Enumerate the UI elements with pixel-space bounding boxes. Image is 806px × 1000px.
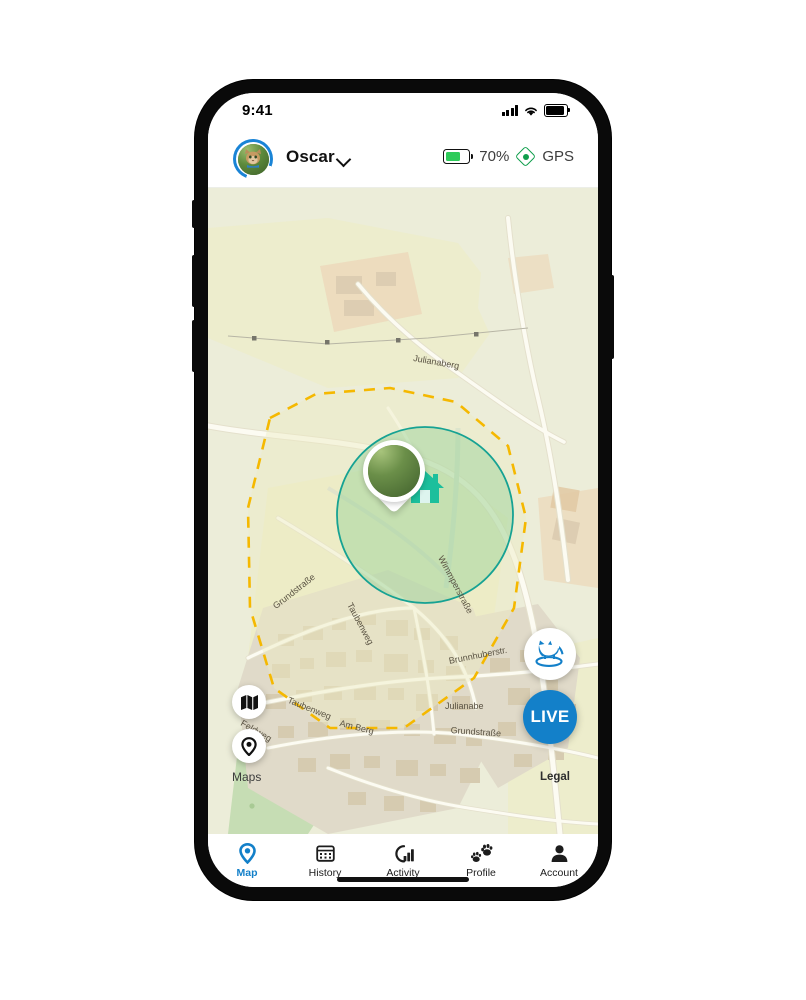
tab-label: Map	[236, 867, 258, 879]
calendar-icon	[315, 843, 335, 864]
status-bar-indicators	[501, 104, 570, 117]
wifi-icon	[525, 107, 537, 116]
app-header: Oscar 70% GPS	[208, 131, 598, 188]
bottom-tab-bar: Map History Activity Profile Account	[208, 834, 598, 887]
status-bar: 9:41	[208, 93, 598, 131]
cellular-signal-icon	[501, 105, 518, 116]
gps-target-icon	[515, 145, 537, 168]
silent-switch[interactable]	[192, 200, 196, 228]
cat-radar-button[interactable]	[524, 628, 576, 680]
phone-screen: 9:41 Oscar 70% GPS Julianaberg Wimmperst…	[208, 93, 598, 887]
marker-pet-photo	[368, 445, 420, 497]
status-bar-time: 9:41	[242, 102, 273, 119]
gps-label: GPS	[542, 148, 574, 165]
power-button[interactable]	[610, 275, 614, 359]
activity-chart-icon	[393, 843, 414, 864]
tab-account[interactable]: Account	[520, 834, 598, 887]
live-button-label: LIVE	[530, 707, 570, 726]
tab-map[interactable]: Map	[208, 834, 286, 887]
volume-down-button[interactable]	[192, 320, 196, 372]
battery-full-icon	[544, 104, 570, 117]
locate-button[interactable]	[232, 729, 266, 763]
pet-avatar[interactable]	[233, 139, 273, 179]
pet-location-marker[interactable]	[363, 440, 425, 514]
page-title: Oscar	[286, 147, 335, 166]
chevron-down-icon[interactable]	[335, 151, 352, 168]
header-status-group: 70% GPS	[443, 145, 574, 168]
avatar-image	[237, 143, 269, 175]
avatar-cat-illustration	[245, 148, 261, 168]
live-tracking-button[interactable]: LIVE	[523, 690, 577, 744]
map-layers-icon	[240, 694, 258, 710]
person-icon	[550, 843, 569, 864]
tab-label: Profile	[466, 867, 496, 879]
volume-up-button[interactable]	[192, 255, 196, 307]
paw-prints-icon	[470, 843, 493, 864]
phone-frame: 9:41 Oscar 70% GPS Julianaberg Wimmperst…	[192, 80, 614, 900]
legal-attribution[interactable]: Legal	[540, 771, 570, 783]
map-layers-button[interactable]	[232, 685, 266, 719]
maps-attribution[interactable]: Maps	[232, 770, 261, 784]
tab-label: Account	[540, 867, 578, 879]
map-pin-icon	[238, 843, 256, 864]
home-indicator[interactable]	[337, 877, 469, 882]
battery-percent-label: 70%	[479, 148, 510, 165]
location-pin-icon	[241, 736, 257, 756]
cat-radar-icon	[535, 640, 564, 667]
device-battery-icon	[443, 149, 474, 164]
street-label: Julianabe	[445, 701, 484, 711]
map-view[interactable]: Julianaberg Wimmperstraße Grundstraße Ta…	[208, 188, 598, 834]
screenshot-root: 9:41 Oscar 70% GPS Julianaberg Wimmperst…	[0, 0, 806, 1000]
